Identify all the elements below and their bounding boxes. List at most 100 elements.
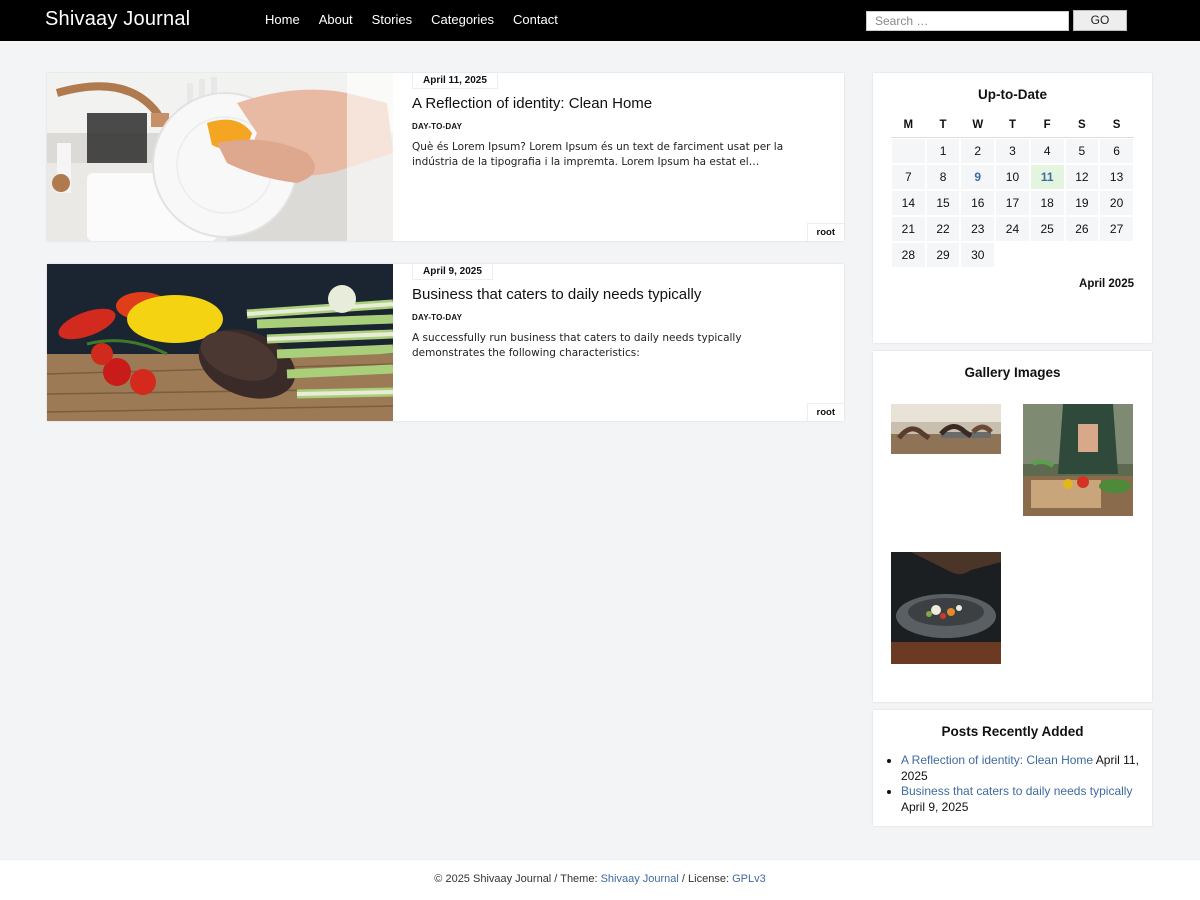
nav-stories[interactable]: Stories — [372, 12, 412, 27]
nav-about[interactable]: About — [319, 12, 353, 27]
calendar-day: 4 — [1029, 138, 1065, 164]
calendar-day: 26 — [1064, 216, 1100, 242]
calendar-week-row: 7 8 9 10 11 12 13 — [891, 164, 1134, 190]
gallery-image[interactable] — [891, 552, 1001, 664]
calendar-day: 18 — [1029, 190, 1065, 216]
weekday-header: S — [1099, 112, 1134, 138]
post-category[interactable]: DAY-TO-DAY — [412, 313, 462, 322]
calendar-day: 2 — [960, 138, 996, 164]
calendar-day: 23 — [960, 216, 996, 242]
calendar-day: 29 — [925, 242, 961, 268]
calendar-week-row: 14 15 16 17 18 19 20 — [891, 190, 1134, 216]
calendar-day: 20 — [1099, 190, 1134, 216]
post-title[interactable]: Business that caters to daily needs typi… — [412, 286, 701, 303]
calendar-day: 17 — [995, 190, 1030, 216]
nav-home[interactable]: Home — [265, 12, 300, 27]
main-nav: Home About Stories Categories Contact — [265, 12, 577, 27]
calendar-day[interactable]: 11 — [1029, 164, 1065, 190]
gallery-widget: Gallery Images — [873, 351, 1152, 702]
calendar-day: 13 — [1099, 164, 1134, 190]
post-card: April 11, 2025 A Reflection of identity:… — [47, 73, 844, 241]
calendar-empty-cell — [1099, 242, 1134, 268]
calendar-day: 10 — [995, 164, 1030, 190]
list-item: Business that caters to daily needs typi… — [901, 784, 1141, 815]
post-excerpt: Què és Lorem Ipsum? Lorem Ipsum és un te… — [412, 141, 784, 168]
footer-copyright: © 2025 Shivaay Journal / Theme: — [434, 873, 601, 885]
weekday-header: T — [995, 112, 1030, 138]
calendar-day: 30 — [960, 242, 996, 268]
post-date[interactable]: April 11, 2025 — [412, 73, 498, 89]
calendar-title: Up-to-Date — [978, 87, 1047, 102]
recent-post-date: April 9, 2025 — [901, 799, 969, 814]
calendar-day: 3 — [995, 138, 1030, 164]
calendar-day: 8 — [925, 164, 961, 190]
footer-separator: / License: — [678, 873, 733, 885]
post-thumbnail[interactable] — [47, 264, 393, 421]
nav-contact[interactable]: Contact — [513, 12, 558, 27]
calendar-weekday-row: MTWTFSS — [891, 112, 1134, 138]
post-date[interactable]: April 9, 2025 — [412, 264, 493, 280]
recent-posts-widget: Posts Recently Added A Reflection of ide… — [873, 710, 1152, 826]
site-brand[interactable]: Shivaay Journal — [45, 8, 190, 31]
vegetables-image — [47, 264, 393, 421]
calendar-day: 22 — [925, 216, 961, 242]
calendar-day: 16 — [960, 190, 996, 216]
calendar-day: 25 — [1029, 216, 1065, 242]
weekday-header: F — [1029, 112, 1065, 138]
recent-post-link[interactable]: A Reflection of identity: Clean Home — [901, 753, 1093, 767]
chopping-vegetables-image — [1023, 404, 1133, 516]
gallery-title: Gallery Images — [964, 365, 1061, 380]
washing-dish-image — [47, 73, 393, 241]
site-footer: © 2025 Shivaay Journal / Theme: Shivaay … — [0, 859, 1200, 900]
calendar-table: MTWTFSS 1 2 3 4 5 6 7 8 9 10 11 12 13 14 15 16 17 18 19 20 2… — [891, 112, 1134, 268]
calendar-day: 1 — [925, 138, 961, 164]
calendar-day: 15 — [925, 190, 961, 216]
calendar-empty-cell — [891, 138, 926, 164]
calendar-day: 27 — [1099, 216, 1134, 242]
gallery-image[interactable] — [891, 404, 1001, 454]
calendar-week-row: 21 22 23 24 25 26 27 — [891, 216, 1134, 242]
search-input[interactable] — [866, 11, 1069, 31]
search-go-button[interactable]: GO — [1073, 10, 1127, 31]
top-navbar: Shivaay Journal Home About Stories Categ… — [0, 0, 1200, 41]
post-body: April 9, 2025 Business that caters to da… — [393, 264, 844, 421]
post-author[interactable]: root — [806, 223, 844, 241]
nav-categories[interactable]: Categories — [431, 12, 494, 27]
post-body: April 11, 2025 A Reflection of identity:… — [393, 73, 844, 241]
gallery-image[interactable] — [1023, 404, 1133, 516]
calendar-day: 5 — [1064, 138, 1100, 164]
post-card: April 9, 2025 Business that caters to da… — [47, 264, 844, 421]
yoga-class-image — [891, 404, 1001, 454]
calendar-week-row: 123456 — [891, 138, 1134, 164]
recent-posts-title: Posts Recently Added — [941, 724, 1084, 739]
recent-posts-list: A Reflection of identity: Clean Home Apr… — [901, 753, 1141, 815]
post-title[interactable]: A Reflection of identity: Clean Home — [412, 95, 652, 112]
calendar-day: 12 — [1064, 164, 1100, 190]
calendar-day: 7 — [891, 164, 926, 190]
plated-dish-image — [891, 552, 1001, 664]
calendar-day: 19 — [1064, 190, 1100, 216]
calendar-widget: Up-to-Date MTWTFSS 1 2 3 4 5 6 7 8 9 10 11 12 13 14 15… — [873, 73, 1152, 343]
calendar-empty-cell — [1029, 242, 1065, 268]
list-item: A Reflection of identity: Clean Home Apr… — [901, 753, 1141, 784]
post-author[interactable]: root — [806, 403, 844, 421]
post-category[interactable]: DAY-TO-DAY — [412, 122, 462, 131]
calendar-day: 28 — [891, 242, 926, 268]
weekday-header: T — [925, 112, 961, 138]
calendar-day: 21 — [891, 216, 926, 242]
calendar-body: 1 2 3 4 5 6 7 8 9 10 11 12 13 14 15 16 17 18 19 20 21 22 23 24 2… — [891, 138, 1134, 268]
calendar-day: 6 — [1099, 138, 1134, 164]
post-excerpt: A successfully run business that caters … — [412, 332, 742, 359]
calendar-week-row: 28 29 30 — [891, 242, 1134, 268]
calendar-empty-cell — [1064, 242, 1100, 268]
footer-theme-link[interactable]: Shivaay Journal — [601, 873, 679, 885]
calendar-day: 24 — [995, 216, 1030, 242]
weekday-header: W — [960, 112, 996, 138]
post-thumbnail[interactable] — [47, 73, 393, 241]
calendar-empty-cell — [995, 242, 1030, 268]
recent-post-link[interactable]: Business that caters to daily needs typi… — [901, 784, 1132, 798]
weekday-header: M — [891, 112, 926, 138]
calendar-day[interactable]: 9 — [960, 164, 996, 190]
calendar-day: 14 — [891, 190, 926, 216]
footer-license-link[interactable]: GPLv3 — [732, 873, 766, 885]
